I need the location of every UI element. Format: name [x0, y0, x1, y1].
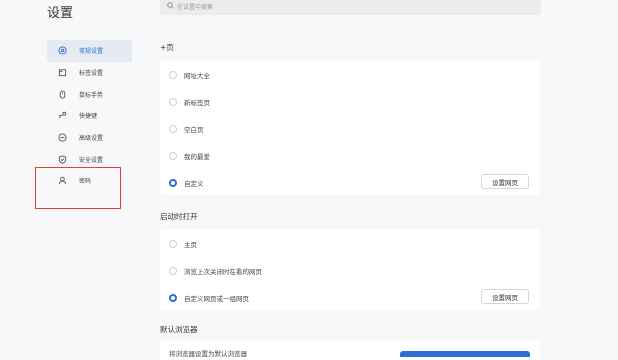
- radio-option-favorites[interactable]: 我的最爱: [169, 151, 210, 161]
- radio-label: 主页: [184, 241, 197, 249]
- radio-button[interactable]: [169, 71, 177, 79]
- radio-label: 我的最爱: [184, 153, 210, 161]
- page-title: 设置: [47, 6, 74, 21]
- startup-card: 主页 浏览上次关闭时在看的网页 自定义网页或一组网页 设置网页: [160, 229, 540, 310]
- set-startup-pages-button[interactable]: 设置网页: [481, 289, 529, 304]
- radio-option-custom-pages[interactable]: 自定义网页或一组网页: [169, 293, 249, 303]
- radio-label: 自定义网页或一组网页: [184, 295, 249, 303]
- sidebar-item-label: 高级设置: [79, 135, 104, 143]
- radio-option-blank-page[interactable]: 空白页: [169, 124, 204, 134]
- radio-option-custom[interactable]: 自定义: [169, 178, 204, 188]
- set-webpage-button[interactable]: 设置网页: [481, 174, 529, 189]
- search-box[interactable]: [160, 0, 541, 15]
- sidebar-item-label: 常规设置: [79, 48, 104, 56]
- radio-label: 网址大全: [184, 72, 210, 80]
- sidebar-item-advanced[interactable]: 高级设置: [47, 127, 132, 149]
- sidebar-item-tabs[interactable]: 标签设置: [47, 62, 132, 84]
- sidebar-item-label: 鼠标手势: [79, 91, 104, 99]
- shortcut-icon: [57, 111, 67, 121]
- radio-label: 空白页: [184, 126, 204, 134]
- radio-button[interactable]: [169, 125, 177, 133]
- sidebar-item-label: 标签设置: [79, 70, 104, 78]
- sidebar-item-label: 快捷键: [79, 113, 98, 121]
- radio-button-selected[interactable]: [169, 179, 177, 187]
- advanced-icon: [57, 133, 67, 143]
- radio-button[interactable]: [169, 98, 177, 106]
- highlight-annotation-box: [35, 167, 121, 209]
- radio-label: 浏览上次关闭时在看的网页: [184, 268, 262, 276]
- sidebar-item-mouse[interactable]: 鼠标手势: [47, 83, 132, 105]
- tab-icon: [57, 68, 67, 78]
- section-label-new-tab: +页: [160, 43, 174, 52]
- search-icon: [167, 2, 174, 9]
- set-default-browser-button[interactable]: [400, 351, 530, 357]
- search-input[interactable]: [177, 1, 477, 13]
- mouse-icon: [57, 89, 67, 99]
- radio-option-restore-last[interactable]: 浏览上次关闭时在看的网页: [169, 266, 262, 276]
- settings-circle-icon: [57, 46, 67, 56]
- section-label-startup: 启动时打开: [160, 212, 198, 221]
- radio-label: 新标签页: [184, 99, 210, 107]
- shield-icon: [57, 154, 67, 164]
- radio-button[interactable]: [169, 240, 177, 248]
- radio-button[interactable]: [169, 152, 177, 160]
- radio-label: 自定义: [184, 180, 204, 188]
- sidebar-item-label: 安全设置: [79, 156, 104, 164]
- top-bar: 设置: [0, 0, 618, 24]
- sidebar-item-shortcuts[interactable]: 快捷键: [47, 105, 132, 127]
- sidebar-item-general[interactable]: 常规设置: [47, 40, 132, 62]
- radio-button[interactable]: [169, 267, 177, 275]
- radio-button-selected[interactable]: [169, 294, 177, 302]
- section-label-default-browser: 默认浏览器: [160, 325, 198, 334]
- radio-option-new-tab-page[interactable]: 新标签页: [169, 97, 210, 107]
- default-browser-text: 将浏览器设置为默认浏览器: [169, 350, 247, 358]
- radio-option-url-directory[interactable]: 网址大全: [169, 70, 210, 80]
- radio-option-homepage[interactable]: 主页: [169, 239, 197, 249]
- new-tab-card: 网址大全 新标签页 空白页 我的最爱 自定义 设置网页: [160, 60, 540, 195]
